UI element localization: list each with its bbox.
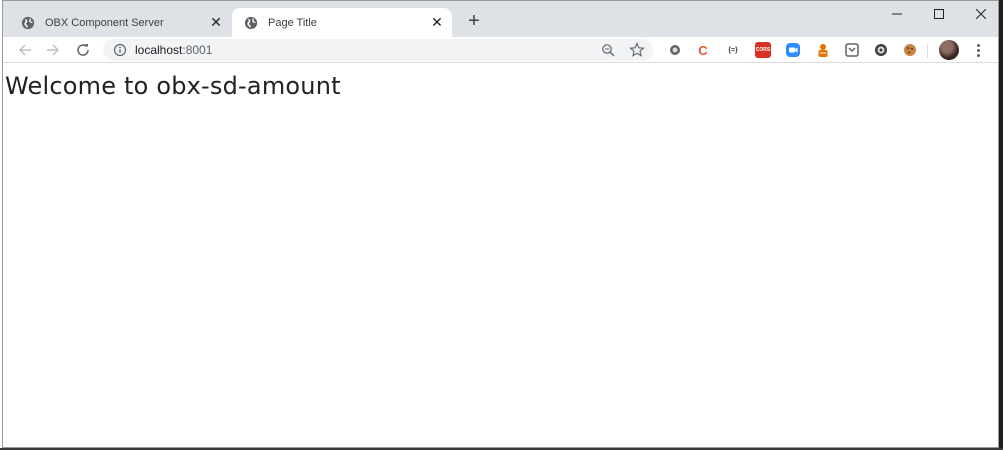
url-port: :8001 bbox=[182, 43, 213, 57]
arrow-left-icon bbox=[18, 44, 31, 56]
close-icon bbox=[976, 9, 986, 19]
zoom-extension-icon[interactable] bbox=[785, 42, 801, 58]
address-bar[interactable]: localhost:8001 bbox=[103, 39, 653, 61]
tab-obx-component-server[interactable]: OBX Component Server ✕ bbox=[9, 8, 231, 37]
tab-strip: OBX Component Server ✕ Page Title ✕ + bbox=[3, 1, 998, 37]
star-icon[interactable] bbox=[629, 42, 645, 58]
tab-close-icon[interactable]: ✕ bbox=[205, 14, 227, 31]
page-heading: Welcome to obx-sd-amount bbox=[5, 72, 341, 100]
menu-dot bbox=[976, 43, 980, 47]
close-window-button[interactable] bbox=[959, 1, 998, 27]
globe-icon bbox=[244, 16, 258, 29]
tab-close-icon[interactable]: ✕ bbox=[426, 14, 448, 31]
json-extension-label: {=} bbox=[728, 46, 738, 54]
maximize-button[interactable] bbox=[917, 1, 961, 27]
toolbar-divider bbox=[927, 44, 928, 58]
window-edge bbox=[999, 0, 1003, 450]
info-icon[interactable] bbox=[113, 43, 127, 57]
c-extension-icon[interactable]: C bbox=[695, 42, 711, 58]
browser-menu-button[interactable] bbox=[971, 40, 985, 60]
reload-icon bbox=[77, 44, 89, 56]
cors-extension-icon[interactable]: CORS bbox=[755, 42, 771, 58]
shield-extension-icon[interactable] bbox=[873, 42, 889, 58]
minimize-icon bbox=[892, 13, 902, 15]
forward-button[interactable] bbox=[43, 40, 63, 60]
tab-page-title[interactable]: Page Title ✕ bbox=[232, 8, 452, 37]
c-extension-label: C bbox=[698, 42, 708, 58]
tab-title: OBX Component Server bbox=[45, 16, 164, 29]
browser-window: OBX Component Server ✕ Page Title ✕ + lo… bbox=[2, 0, 999, 448]
zoom-icon[interactable] bbox=[601, 43, 615, 57]
json-extension-icon[interactable]: {=} bbox=[725, 42, 741, 58]
arrow-right-icon bbox=[47, 44, 60, 56]
back-button[interactable] bbox=[15, 40, 35, 60]
new-tab-button[interactable]: + bbox=[462, 10, 486, 34]
url-text[interactable]: localhost:8001 bbox=[135, 43, 212, 57]
minimize-button[interactable] bbox=[875, 1, 919, 27]
tab-title: Page Title bbox=[268, 16, 317, 29]
menu-dot bbox=[976, 48, 980, 52]
browser-toolbar: localhost:8001 C {=} CORS bbox=[3, 37, 998, 63]
maximize-icon bbox=[934, 9, 944, 19]
reload-button[interactable] bbox=[73, 40, 93, 60]
pocket-extension-icon[interactable] bbox=[844, 42, 860, 58]
person-extension-icon[interactable] bbox=[815, 42, 831, 58]
url-host: localhost bbox=[135, 43, 183, 57]
cors-extension-label: CORS bbox=[755, 47, 771, 53]
page-content: Welcome to obx-sd-amount bbox=[3, 64, 998, 447]
circle-extension-icon[interactable] bbox=[667, 42, 683, 58]
globe-icon bbox=[21, 16, 35, 29]
cookie-extension-icon[interactable] bbox=[902, 42, 918, 58]
profile-avatar[interactable] bbox=[939, 40, 959, 60]
menu-dot bbox=[976, 53, 980, 57]
